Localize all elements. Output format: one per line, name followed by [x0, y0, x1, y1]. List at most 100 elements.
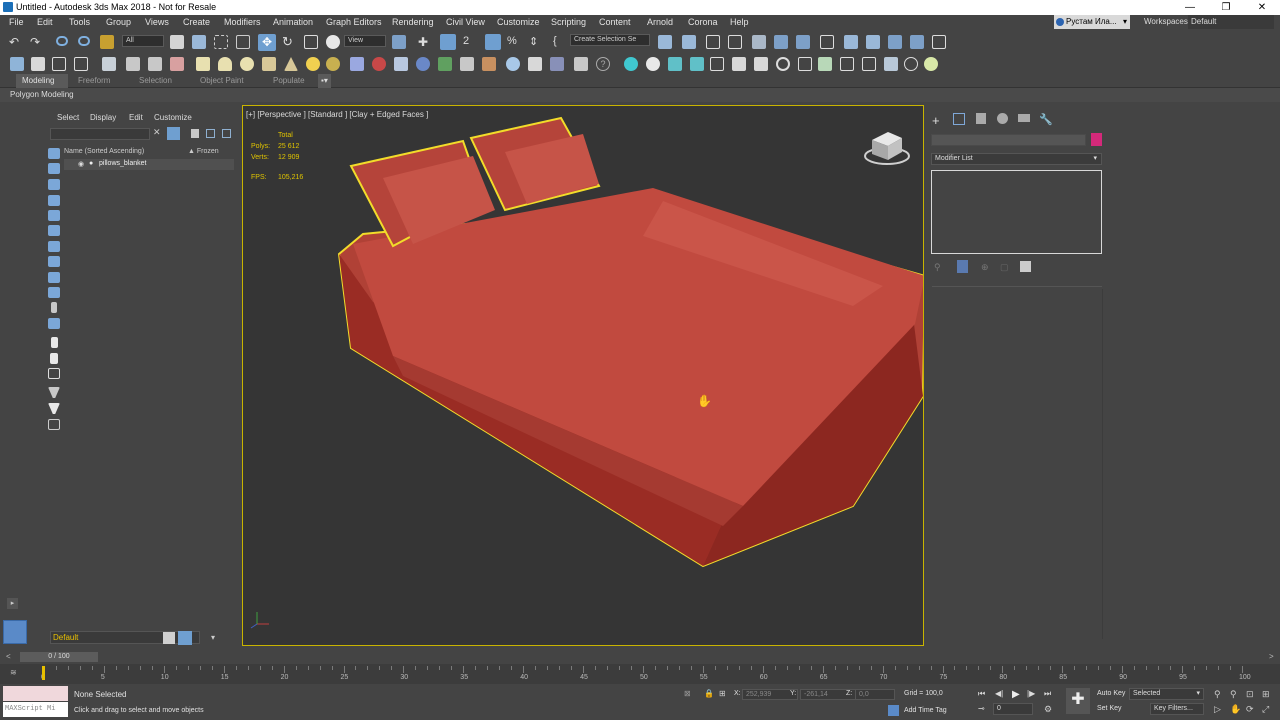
biped-icon[interactable]	[394, 57, 408, 71]
modifier-list-dropdown[interactable]: Modifier List ▾	[931, 153, 1102, 165]
arnold-tools-icon[interactable]	[732, 57, 746, 71]
display-space-warps-icon[interactable]	[48, 225, 60, 236]
perspective-viewport[interactable]: [+] [Perspective ] [Standard ] [Clay + E…	[242, 105, 924, 646]
display-helpers-icon[interactable]	[48, 210, 60, 221]
menu-tools[interactable]: Tools	[69, 17, 90, 27]
material-icon[interactable]	[372, 57, 386, 71]
container-icon[interactable]	[10, 57, 24, 71]
material-editor-icon[interactable]	[820, 35, 834, 49]
selection-lock-icon[interactable]: 🔒	[704, 689, 714, 698]
maximize-viewport-icon[interactable]: ⤢	[1262, 704, 1274, 715]
snaps-toggle-icon[interactable]: 2	[463, 35, 477, 49]
spinner-snap-icon[interactable]: ⇕	[529, 35, 543, 49]
play-icon[interactable]: ▶	[1012, 689, 1024, 700]
invert-display-icon[interactable]	[48, 368, 60, 379]
render-region-icon[interactable]	[528, 57, 542, 71]
render-in-cloud-icon[interactable]	[910, 35, 924, 49]
hidden-toggle-icon[interactable]	[48, 318, 60, 329]
particles-icon[interactable]	[350, 57, 364, 71]
render-production-icon[interactable]	[888, 35, 902, 49]
tab-modeling[interactable]: Modeling	[16, 74, 68, 88]
corona-scatter-icon[interactable]	[818, 57, 832, 71]
zoom-all-icon[interactable]: ⚲	[1230, 689, 1242, 700]
menu-arnold[interactable]: Arnold	[647, 17, 673, 27]
motion-tab-icon[interactable]	[997, 113, 1008, 124]
show-none-icon[interactable]	[50, 353, 58, 364]
undo-icon[interactable]: ↶	[9, 35, 23, 49]
brush-icon[interactable]	[102, 57, 116, 71]
show-all-icon[interactable]	[51, 337, 58, 348]
current-frame-marker[interactable]	[42, 666, 45, 680]
window-crossing-icon[interactable]	[236, 35, 250, 49]
zoom-icon[interactable]: ⚲	[1214, 689, 1226, 700]
save-icon[interactable]	[52, 57, 66, 71]
key-filters-button[interactable]: Key Filters...	[1150, 703, 1204, 715]
menu-edit[interactable]: Edit	[37, 17, 53, 27]
panel-scrollbar[interactable]	[1102, 289, 1103, 639]
go-to-start-icon[interactable]: ⏮	[978, 689, 990, 700]
current-frame-field[interactable]: 0	[993, 703, 1033, 715]
hierarchy-tab-icon[interactable]	[976, 113, 986, 124]
find-filter-icon[interactable]	[48, 403, 60, 414]
menu-views[interactable]: Views	[145, 17, 169, 27]
menu-group[interactable]: Group	[106, 17, 131, 27]
corona-vfb-icon[interactable]	[884, 57, 898, 71]
close-icon[interactable]: ✕	[1244, 0, 1280, 15]
rect-selection-icon[interactable]	[214, 35, 228, 49]
rendered-frame-window-icon[interactable]	[866, 35, 880, 49]
select-scale-icon[interactable]	[304, 35, 318, 49]
show-end-result-icon[interactable]	[957, 260, 968, 273]
named-selection-dropdown[interactable]: Create Selection Se	[570, 34, 650, 46]
corona-decal-icon[interactable]	[840, 57, 854, 71]
object-name-field[interactable]	[931, 134, 1086, 146]
light-icon[interactable]	[306, 57, 320, 71]
select-filter-icon[interactable]	[48, 387, 60, 398]
key-mode-toggle-icon[interactable]: ⊸	[978, 704, 990, 715]
bones-icon[interactable]	[482, 57, 496, 71]
layer-explorer-icon[interactable]	[728, 35, 742, 49]
render-sphere-icon[interactable]	[506, 57, 520, 71]
link-icon[interactable]	[56, 36, 68, 46]
menu-graph-editors[interactable]: Graph Editors	[326, 17, 382, 27]
set-key-button[interactable]: Set Key	[1097, 705, 1122, 712]
create-tab-icon[interactable]: +	[932, 113, 940, 128]
display-groups-icon[interactable]	[48, 241, 60, 252]
configure-modifier-sets-icon[interactable]	[1020, 261, 1031, 272]
scene-converter-icon[interactable]	[574, 57, 588, 71]
corona-light-icon[interactable]	[754, 57, 768, 71]
environment-icon[interactable]	[326, 57, 340, 71]
set-keys-icon[interactable]: ✚	[1066, 688, 1090, 714]
time-configuration-icon[interactable]: ⚙	[1044, 704, 1056, 715]
prev-frame-icon[interactable]: <	[6, 652, 11, 661]
ribbon-options-icon[interactable]: ▪▾	[318, 74, 331, 88]
curve-editor-icon[interactable]	[774, 35, 788, 49]
restore-icon[interactable]: ❐	[1208, 0, 1244, 15]
isolate-toggle-icon[interactable]: ⊠	[684, 689, 691, 698]
cone-primitive-icon[interactable]	[284, 57, 298, 71]
column-name[interactable]: Name (Sorted Ascending)	[64, 148, 144, 155]
select-move-icon[interactable]: ✥	[258, 34, 276, 51]
display-xrefs-icon[interactable]	[48, 256, 60, 267]
pan-view-icon[interactable]: ✋	[1230, 704, 1242, 715]
bed-model[interactable]	[243, 106, 924, 646]
menu-customize[interactable]: Customize	[497, 17, 540, 27]
globe-icon[interactable]	[416, 57, 430, 71]
ribbon-toggle-icon[interactable]	[752, 35, 766, 49]
zoom-extents-icon[interactable]: ⊡	[1246, 689, 1258, 700]
bind-space-warp-icon[interactable]	[100, 35, 114, 49]
field-of-view-icon[interactable]: ▷	[1214, 704, 1226, 715]
render-setup-icon[interactable]	[844, 35, 858, 49]
select-rotate-icon[interactable]: ↻	[282, 35, 296, 49]
corona-lightmix-icon[interactable]	[924, 57, 938, 71]
time-tag-icon[interactable]	[888, 705, 899, 716]
scene-tab-customize[interactable]: Customize	[154, 113, 192, 122]
time-slider[interactable]: < 0 / 100 >	[0, 650, 1280, 664]
display-geometry-icon[interactable]	[48, 148, 60, 159]
scene-tab-display[interactable]: Display	[90, 113, 116, 122]
prev-key-icon[interactable]: ◀|	[995, 689, 1007, 700]
filter-icon[interactable]	[167, 127, 180, 140]
cloth-icon[interactable]	[148, 57, 162, 71]
menu-content[interactable]: Content	[599, 17, 631, 27]
expand-panel-icon[interactable]: ▸	[7, 598, 18, 609]
arnold-light-icon[interactable]	[624, 57, 638, 71]
